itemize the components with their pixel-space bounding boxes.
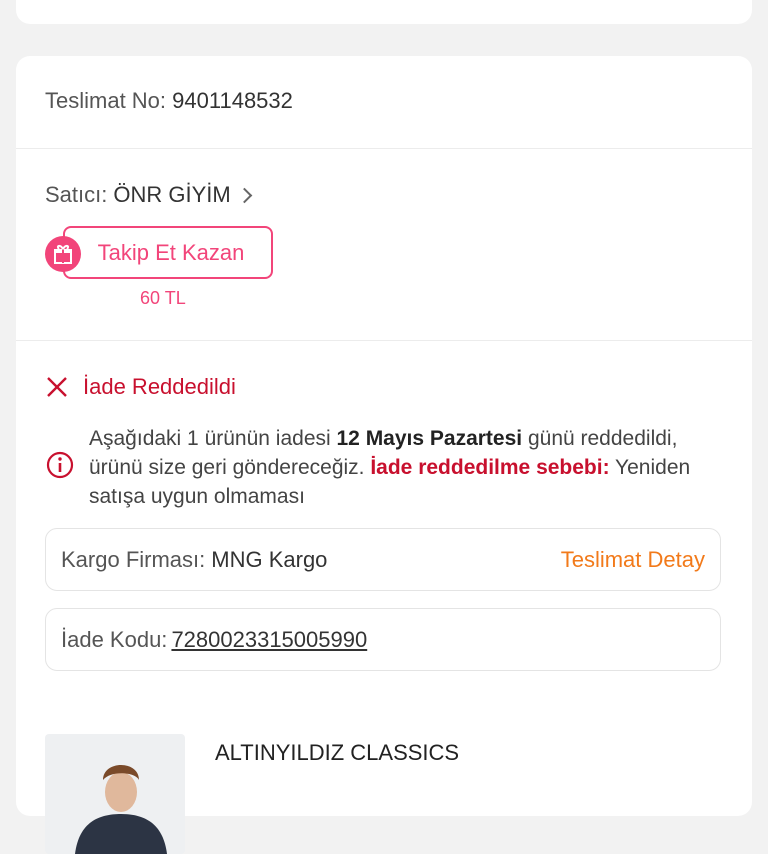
return-date: 12 Mayıs Pazartesi xyxy=(336,427,523,450)
divider xyxy=(16,148,752,149)
return-code[interactable]: 7280023315005990 xyxy=(171,627,367,653)
cargo-company: MNG Kargo xyxy=(211,546,328,572)
order-card: Teslimat No: 9401148532 Satıcı: ÖNR GİYİ… xyxy=(16,56,752,854)
gift-icon xyxy=(45,236,81,272)
seller-name: ÖNR GİYİM xyxy=(113,182,231,207)
info-icon xyxy=(46,451,74,479)
follow-earn-label: Takip Et Kazan xyxy=(97,239,245,265)
product-brand: ALTINYILDIZ CLASSICS xyxy=(215,740,460,765)
delivery-detail-link[interactable]: Teslimat Detay xyxy=(561,547,705,573)
divider xyxy=(16,340,752,341)
cargo-label: Kargo Firması: xyxy=(61,546,206,572)
return-reason-label: İade reddedilme sebebi: xyxy=(370,456,610,479)
cargo-box: Kargo Firması: MNG Kargo Teslimat Detay xyxy=(45,528,721,591)
delivery-number-row: Teslimat No: 9401148532 xyxy=(45,88,293,114)
follow-earn-button[interactable]: Takip Et Kazan xyxy=(63,226,273,279)
return-message-pre: Aşağıdaki 1 ürünün iadesi xyxy=(89,427,337,450)
product-image[interactable] xyxy=(45,734,185,854)
close-icon xyxy=(47,377,67,397)
return-code-label: İade Kodu: xyxy=(61,626,168,652)
return-status: İade Reddedildi xyxy=(45,374,236,400)
return-info: Aşağıdaki 1 ürünün iadesi 12 Mayıs Pazar… xyxy=(45,424,705,511)
seller-link[interactable]: Satıcı: ÖNR GİYİM xyxy=(45,182,252,208)
previous-card xyxy=(16,0,752,24)
return-status-title: İade Reddedildi xyxy=(83,374,236,399)
return-info-text: Aşağıdaki 1 ürünün iadesi 12 Mayıs Pazar… xyxy=(89,424,705,511)
delivery-label: Teslimat No: xyxy=(45,88,167,113)
follow-bonus-amount: 60 TL xyxy=(140,288,186,308)
delivery-number: 9401148532 xyxy=(172,88,293,113)
seller-label: Satıcı: xyxy=(45,182,108,207)
return-code-box: İade Kodu: 7280023315005990 xyxy=(45,608,721,671)
chevron-right-icon xyxy=(236,187,252,203)
